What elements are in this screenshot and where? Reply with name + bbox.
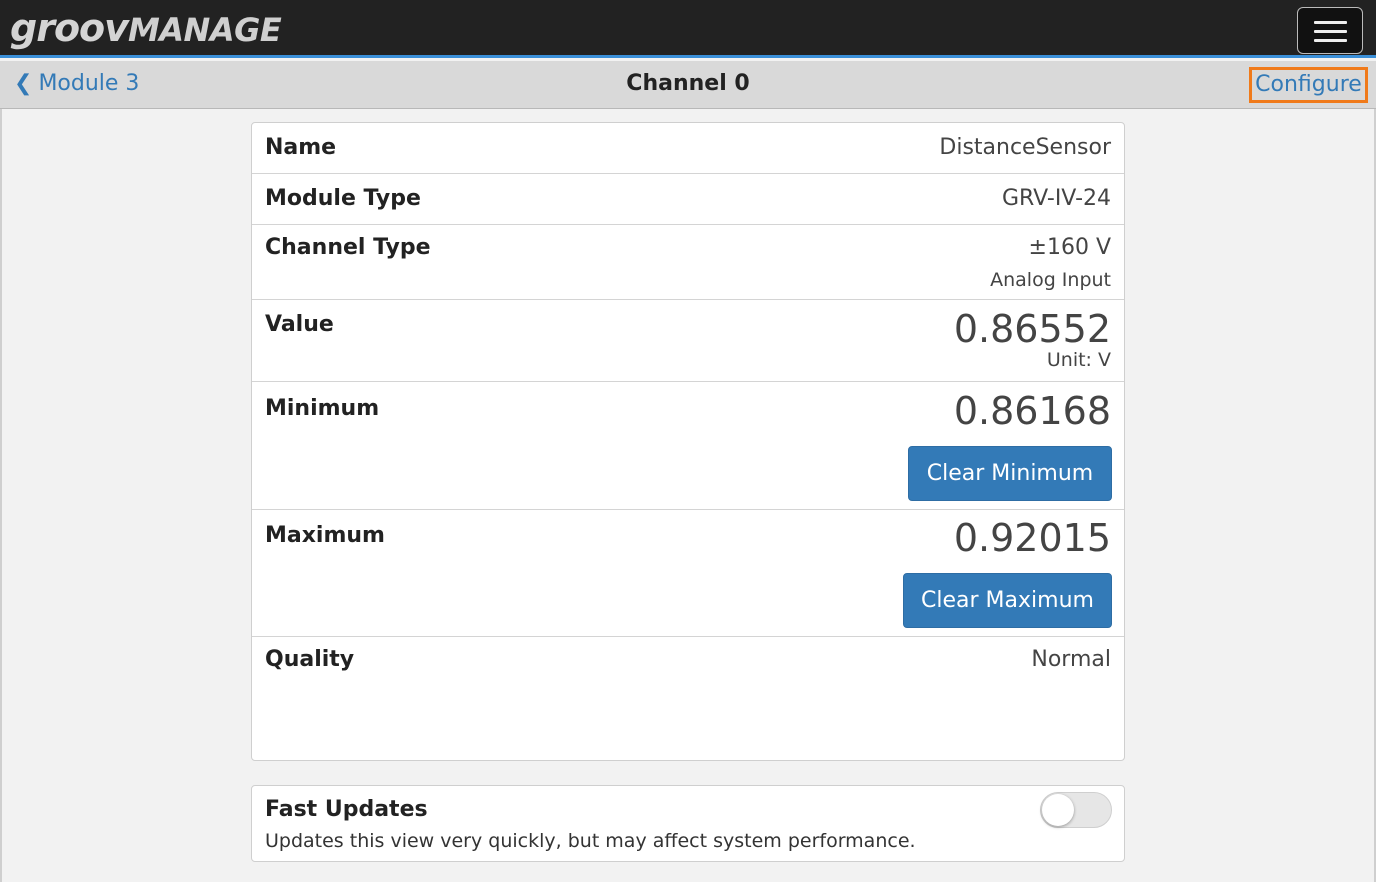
module-type-label: Module Type	[265, 186, 421, 211]
minimum-label: Minimum	[265, 396, 380, 421]
top-bar: groovMANAGE	[0, 0, 1376, 58]
current-value: 0.86552	[953, 307, 1111, 351]
page-title: Channel 0	[626, 71, 750, 96]
row-name: Name DistanceSensor	[252, 123, 1124, 174]
row-quality: Quality Normal	[252, 637, 1124, 760]
quality-label: Quality	[265, 647, 355, 672]
name-value: DistanceSensor	[939, 135, 1111, 160]
value-unit: Unit: V	[1046, 349, 1111, 371]
row-maximum: Maximum 0.92015 Clear Maximum	[252, 510, 1124, 637]
quality-value: Normal	[1031, 647, 1111, 672]
fast-updates-description: Updates this view very quickly, but may …	[265, 830, 916, 852]
channel-details-card: Name DistanceSensor Module Type GRV-IV-2…	[251, 122, 1125, 761]
module-type-value: GRV-IV-24	[1001, 186, 1111, 211]
configure-link[interactable]: Configure	[1249, 67, 1368, 103]
logo-groov: groov	[10, 6, 129, 50]
minimum-value: 0.86168	[953, 389, 1111, 433]
navigation-bar: ❮ Module 3 Channel 0 Configure	[0, 61, 1376, 109]
name-label: Name	[265, 135, 337, 160]
maximum-label: Maximum	[265, 523, 385, 548]
row-channel-type: Channel Type ±160 V Analog Input	[252, 225, 1124, 300]
fast-updates-title: Fast Updates	[265, 797, 428, 822]
logo-manage: MANAGE	[127, 11, 282, 49]
row-module-type: Module Type GRV-IV-24	[252, 174, 1124, 225]
toggle-knob	[1042, 794, 1074, 826]
clear-minimum-button[interactable]: Clear Minimum	[908, 446, 1112, 501]
hamburger-menu-icon[interactable]	[1297, 7, 1363, 54]
fast-updates-toggle[interactable]	[1040, 792, 1112, 828]
clear-maximum-button[interactable]: Clear Maximum	[903, 573, 1112, 628]
maximum-value: 0.92015	[953, 516, 1111, 560]
channel-type-value: ±160 V	[1028, 235, 1111, 260]
channel-type-sub: Analog Input	[990, 269, 1111, 291]
groov-manage-logo: groovMANAGE	[10, 6, 282, 50]
value-label: Value	[265, 312, 334, 337]
fast-updates-card: Fast Updates Updates this view very quic…	[251, 785, 1125, 862]
left-border	[0, 109, 2, 882]
channel-type-label: Channel Type	[265, 235, 431, 260]
row-value: Value 0.86552 Unit: V	[252, 300, 1124, 382]
row-minimum: Minimum 0.86168 Clear Minimum	[252, 382, 1124, 510]
